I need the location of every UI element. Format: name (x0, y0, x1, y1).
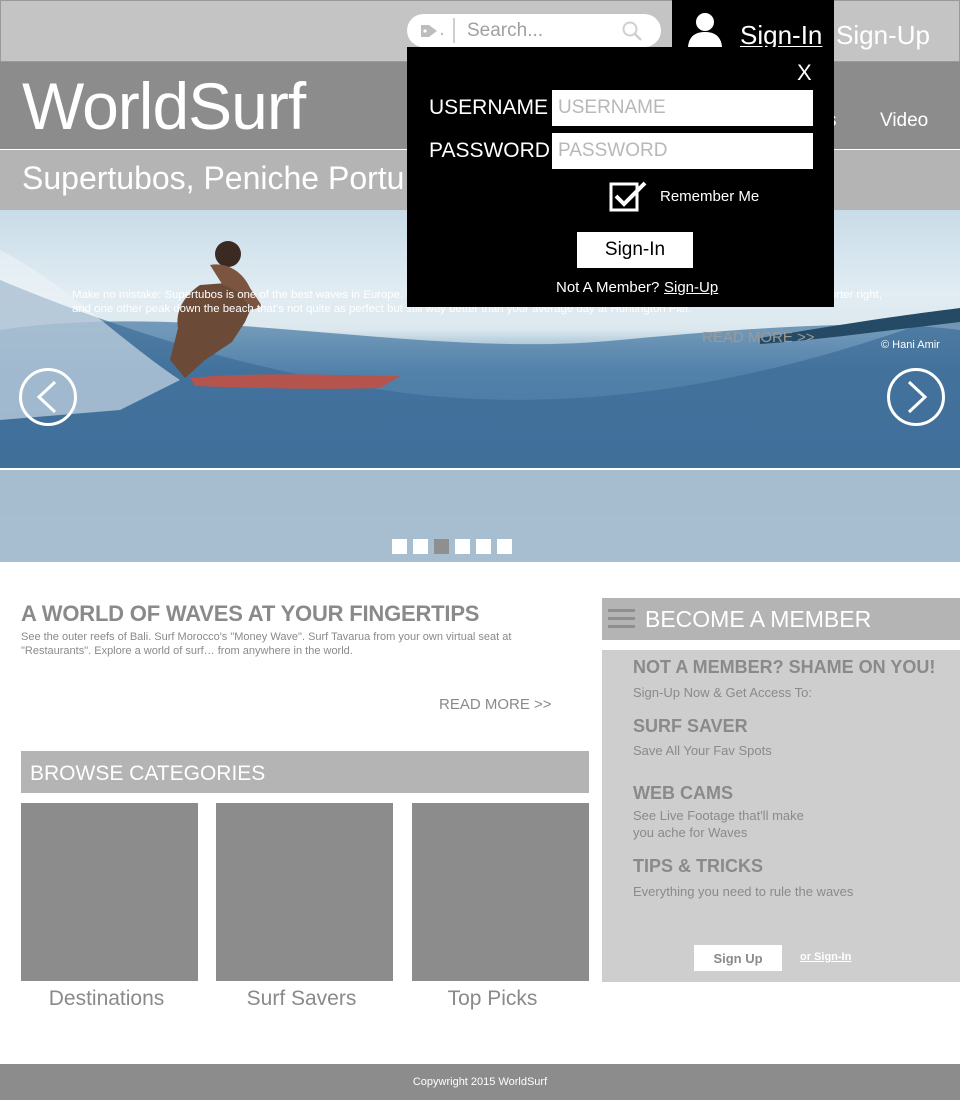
feature-desc-web-cams: See Live Footage that'll make you ache f… (633, 808, 804, 840)
category-card-top-picks[interactable] (412, 803, 589, 981)
password-input[interactable] (552, 133, 813, 169)
feature-desc-tips-tricks: Everything you need to rule the waves (633, 884, 854, 899)
category-label-surf-savers[interactable]: Surf Savers (213, 987, 390, 1011)
carousel-prev-button[interactable] (19, 368, 77, 426)
carousel-next-button[interactable] (887, 368, 945, 426)
chevron-left-icon (36, 380, 57, 414)
member-signin-link[interactable]: or Sign-In (800, 951, 851, 963)
copyright-text: Copywright 2015 WorldSurf (412, 1076, 548, 1088)
search-box[interactable] (407, 14, 661, 47)
password-label: PASSWORD (429, 139, 550, 162)
feature-desc-surf-saver: Save All Your Fav Spots (633, 743, 772, 758)
brand-logo[interactable]: WorldSurf (22, 68, 306, 144)
carousel-dot-active[interactable] (434, 539, 449, 554)
hero-read-more-link[interactable]: READ MORE >> (702, 329, 815, 346)
login-popup (407, 47, 834, 307)
location-title: Supertubos, Peniche Portu (22, 160, 405, 196)
checkbox-icon[interactable] (609, 180, 649, 212)
category-label-destinations[interactable]: Destinations (18, 987, 195, 1011)
feature-title-surf-saver: SURF SAVER (633, 716, 748, 736)
chevron-right-icon (907, 380, 928, 414)
signup-link[interactable]: Sign-Up (836, 20, 930, 51)
username-label: USERNAME (429, 96, 549, 119)
member-subtitle: Sign-Up Now & Get Access To: (633, 685, 812, 700)
popup-signup-link[interactable]: Sign-Up (664, 279, 718, 296)
tag-icon[interactable] (419, 22, 445, 39)
username-input[interactable] (552, 90, 813, 126)
category-card-surf-savers[interactable] (216, 803, 393, 981)
feature-title-web-cams: WEB CAMS (633, 783, 733, 803)
menu-icon[interactable] (608, 607, 635, 629)
intro-text: See the outer reefs of Bali. Surf Morocc… (21, 631, 512, 657)
member-headline: NOT A MEMBER? SHAME ON YOU! (633, 657, 936, 677)
user-icon (688, 13, 722, 47)
popup-signin-button[interactable]: Sign-In (577, 232, 693, 268)
carousel-dot[interactable] (497, 539, 512, 554)
search-divider (453, 18, 455, 43)
nav-item-video[interactable]: Video (880, 110, 928, 132)
search-icon[interactable] (621, 20, 643, 42)
search-input[interactable] (467, 18, 617, 43)
carousel-dot[interactable] (392, 539, 407, 554)
feature-title-tips-tricks: TIPS & TRICKS (633, 856, 764, 876)
carousel-dots (392, 539, 512, 554)
category-label-top-picks[interactable]: Top Picks (404, 987, 581, 1011)
browse-title: BROWSE CATEGORIES (30, 762, 266, 785)
photo-credit: © Hani Amir (881, 339, 940, 351)
member-signup-button[interactable]: Sign Up (694, 945, 782, 971)
intro-title: A WORLD OF WAVES AT YOUR FINGERTIPS (21, 601, 480, 626)
popup-close-button[interactable]: X (797, 60, 812, 86)
remember-me-label[interactable]: Remember Me (660, 188, 759, 205)
carousel-dot[interactable] (413, 539, 428, 554)
intro-read-more-link[interactable]: READ MORE >> (439, 696, 552, 713)
category-card-destinations[interactable] (21, 803, 198, 981)
member-title: BECOME A MEMBER (645, 606, 872, 632)
carousel-dot[interactable] (476, 539, 491, 554)
carousel-dot[interactable] (455, 539, 470, 554)
not-member-text: Not A Member? (556, 279, 660, 296)
